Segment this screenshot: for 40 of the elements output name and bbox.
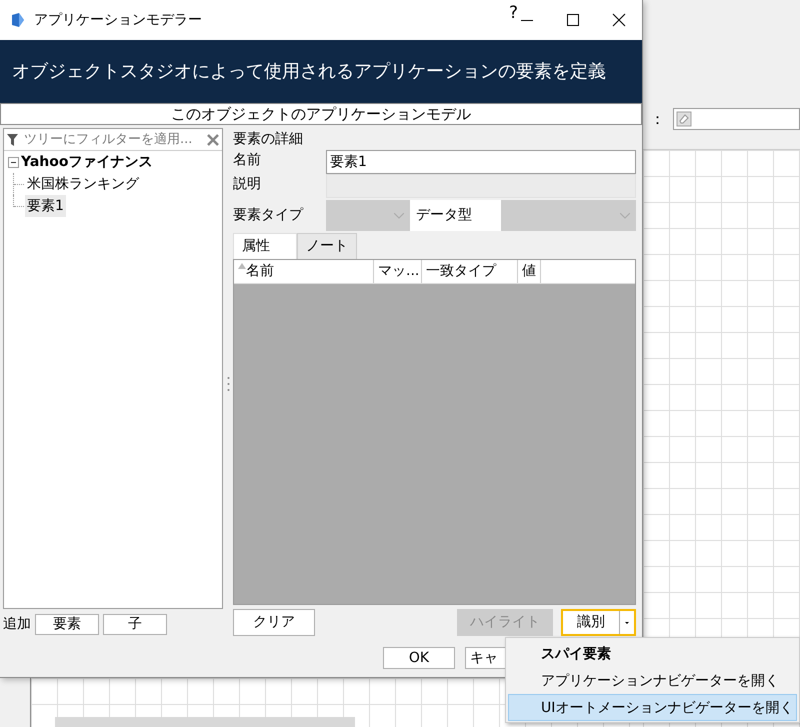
- add-button[interactable]: 要素: [35, 614, 99, 634]
- details-heading: 要素の詳細: [233, 130, 304, 149]
- add-button[interactable]: 子: [103, 614, 167, 634]
- menu-item[interactable]: UIオートメーションナビゲーターを開く: [508, 694, 797, 721]
- collapse-icon[interactable]: [8, 156, 19, 168]
- text-field[interactable]: [673, 108, 800, 130]
- footer-button[interactable]: OK: [383, 647, 455, 669]
- identify-split-button[interactable]: 識別: [561, 608, 636, 636]
- column-header[interactable]: 一致タイプ: [422, 260, 518, 283]
- eraser-icon: [676, 111, 692, 127]
- name-field[interactable]: 要素1: [326, 150, 636, 174]
- element-type-label: 要素タイプ: [233, 206, 304, 225]
- chevron-icon: [620, 212, 630, 218]
- column-header[interactable]: マッ...: [374, 260, 422, 283]
- maximize-icon: [567, 14, 579, 26]
- column-header[interactable]: 値: [518, 260, 541, 283]
- add-label: 追加: [3, 614, 31, 634]
- column-header[interactable]: 名前: [234, 260, 374, 283]
- app-icon: [10, 12, 26, 28]
- tree-item[interactable]: Yahooファイナンス: [19, 151, 155, 173]
- menu-item[interactable]: アプリケーションナビゲーターを開く: [508, 667, 797, 694]
- filter-icon: [7, 134, 18, 146]
- scrollbar[interactable]: [55, 717, 355, 727]
- tree-item[interactable]: 米国株ランキング: [25, 173, 141, 195]
- filter-field[interactable]: ツリーにフィルターを適用...: [4, 129, 222, 151]
- chevron-icon: [394, 212, 404, 218]
- tree-item[interactable]: 要素1: [25, 195, 66, 217]
- data-type-label: データ型: [410, 200, 501, 231]
- action-button[interactable]: クリア: [233, 608, 315, 636]
- clear-icon[interactable]: [207, 134, 219, 146]
- description-label: 説明: [233, 175, 262, 194]
- tab[interactable]: ノート: [297, 233, 357, 259]
- name-label: 名前: [233, 151, 262, 170]
- section-title: このオブジェクトのアプリケーションモデル: [0, 103, 642, 125]
- header-banner-text: オブジェクトスタジオによって使用されるアプリケーションの要素を定義: [12, 60, 606, 84]
- help-button[interactable]: ?: [508, 1, 518, 27]
- field-label: ：: [650, 109, 665, 130]
- close-icon: [612, 13, 626, 27]
- window-title: アプリケーションモデラー: [34, 10, 203, 30]
- tab[interactable]: 属性: [233, 233, 297, 259]
